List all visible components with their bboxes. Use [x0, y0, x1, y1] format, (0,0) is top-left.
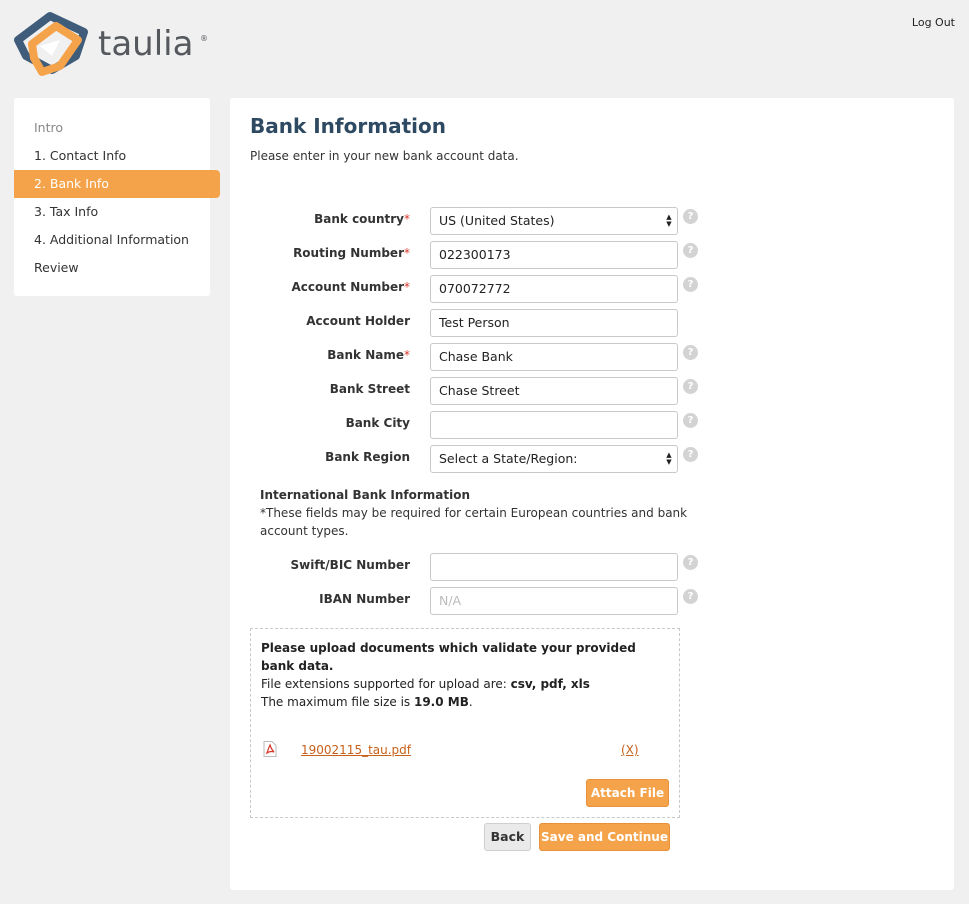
international-title: International Bank Information	[260, 488, 471, 502]
bank-region-row: Bank Region Select a State/Region: ▲ ▼ ?	[230, 445, 954, 473]
account-number-input[interactable]: 070072772	[430, 275, 678, 303]
step-sidebar: Intro 1. Contact Info 2. Bank Info 3. Ta…	[14, 98, 220, 296]
required-mark: *	[404, 246, 410, 260]
sidebar-item-additional-information[interactable]: 4. Additional Information	[14, 226, 210, 254]
taulia-logo-icon	[14, 12, 88, 76]
help-icon[interactable]: ?	[683, 243, 698, 258]
help-icon[interactable]: ?	[683, 277, 698, 292]
required-mark: *	[404, 280, 410, 294]
logo-wordmark: taulia	[98, 24, 194, 64]
uploaded-file-link[interactable]: 19002115_tau.pdf	[301, 743, 411, 757]
iban-row: IBAN Number N/A ?	[230, 587, 954, 615]
help-icon[interactable]: ?	[683, 589, 698, 604]
swift-bic-row: Swift/BIC Number ?	[230, 553, 954, 581]
account-holder-row: Account Holder Test Person	[230, 309, 954, 337]
iban-input[interactable]: N/A	[430, 587, 678, 615]
upload-instructions: Please upload documents which validate y…	[261, 639, 661, 711]
account-holder-input[interactable]: Test Person	[430, 309, 678, 337]
logo-registered-mark: ®	[200, 34, 208, 43]
pdf-icon	[263, 741, 277, 757]
help-icon[interactable]: ?	[683, 447, 698, 462]
routing-number-input[interactable]: 022300173	[430, 241, 678, 269]
taulia-logo[interactable]: taulia ®	[12, 10, 212, 80]
document-upload-area: Please upload documents which validate y…	[250, 628, 680, 818]
upload-heading: Please upload documents which validate y…	[261, 641, 636, 673]
logout-link[interactable]: Log Out	[912, 16, 955, 29]
save-and-continue-button[interactable]: Save and Continue	[539, 823, 670, 851]
sidebar-item-review[interactable]: Review	[14, 254, 210, 282]
routing-number-label: Routing Number*	[293, 246, 410, 260]
bank-street-row: Bank Street Chase Street ?	[230, 377, 954, 405]
upload-max-size: The maximum file size is 19.0 MB.	[261, 695, 473, 709]
required-mark: *	[404, 212, 410, 226]
sidebar-item-bank-info[interactable]: 2. Bank Info	[14, 170, 220, 198]
remove-file-link[interactable]: (X)	[621, 743, 639, 757]
page-title: Bank Information	[250, 114, 446, 138]
iban-label: IBAN Number	[319, 592, 410, 606]
bank-name-label: Bank Name*	[327, 348, 410, 362]
bank-info-panel: Bank Information Please enter in your ne…	[230, 98, 954, 890]
bank-country-value: US (United States)	[439, 213, 555, 228]
bank-name-row: Bank Name* Chase Bank ?	[230, 343, 954, 371]
sidebar-item-intro[interactable]: Intro	[14, 114, 210, 142]
bank-street-label: Bank Street	[329, 382, 410, 396]
select-arrows-icon: ▲ ▼	[666, 451, 672, 466]
back-button[interactable]: Back	[484, 823, 531, 851]
help-icon[interactable]: ?	[683, 379, 698, 394]
bank-name-input[interactable]: Chase Bank	[430, 343, 678, 371]
international-note: *These fields may be required for certai…	[260, 506, 688, 538]
attach-file-button[interactable]: Attach File	[586, 779, 669, 807]
page-subtitle: Please enter in your new bank account da…	[250, 149, 519, 163]
account-holder-label: Account Holder	[306, 314, 410, 328]
bank-country-label: Bank country*	[314, 212, 410, 226]
help-icon[interactable]: ?	[683, 555, 698, 570]
bank-country-select[interactable]: US (United States) ▲ ▼	[430, 207, 678, 235]
routing-number-row: Routing Number* 022300173 ?	[230, 241, 954, 269]
bank-region-label: Bank Region	[325, 450, 410, 464]
help-icon[interactable]: ?	[683, 345, 698, 360]
sidebar-item-contact-info[interactable]: 1. Contact Info	[14, 142, 210, 170]
bank-region-select[interactable]: Select a State/Region: ▲ ▼	[430, 445, 678, 473]
bank-city-row: Bank City ?	[230, 411, 954, 439]
required-mark: *	[404, 348, 410, 362]
swift-bic-label: Swift/BIC Number	[290, 558, 410, 572]
bank-country-row: Bank country* US (United States) ▲ ▼ ?	[230, 207, 954, 235]
bank-city-label: Bank City	[345, 416, 410, 430]
help-icon[interactable]: ?	[683, 413, 698, 428]
account-number-row: Account Number* 070072772 ?	[230, 275, 954, 303]
account-number-label: Account Number*	[291, 280, 411, 294]
help-icon[interactable]: ?	[683, 209, 698, 224]
swift-bic-input[interactable]	[430, 553, 678, 581]
sidebar-item-tax-info[interactable]: 3. Tax Info	[14, 198, 210, 226]
bank-city-input[interactable]	[430, 411, 678, 439]
upload-extensions: File extensions supported for upload are…	[261, 677, 590, 691]
international-bank-info: International Bank Information *These fi…	[260, 486, 690, 540]
select-arrows-icon: ▲ ▼	[666, 213, 672, 228]
bank-street-input[interactable]: Chase Street	[430, 377, 678, 405]
bank-region-value: Select a State/Region:	[439, 451, 578, 466]
